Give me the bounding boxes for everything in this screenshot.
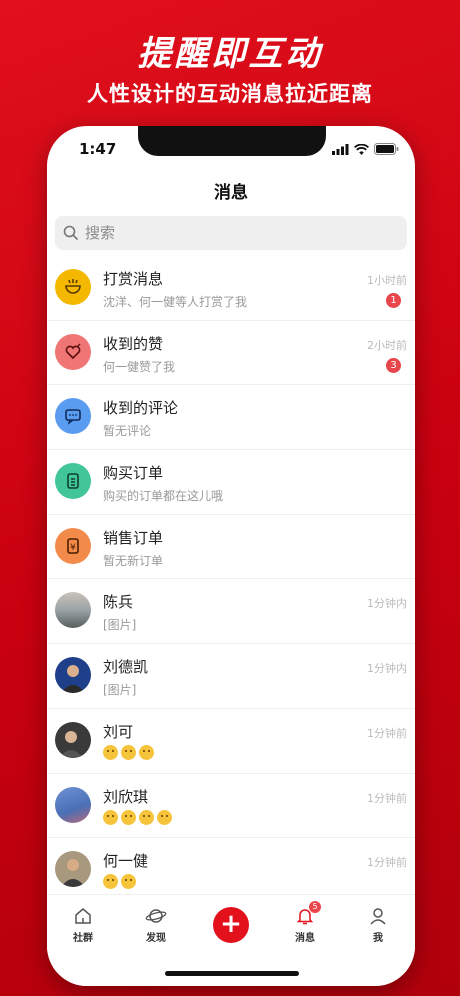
tab-label: 社群 [73, 933, 93, 944]
battery-icon [374, 143, 399, 155]
emoji-icon [121, 744, 136, 760]
emoji-icon [139, 809, 154, 825]
tab-badge: 5 [309, 901, 321, 913]
unread-badge: 1 [386, 293, 401, 308]
tab-community[interactable]: 社群 [53, 905, 113, 944]
list-item[interactable]: 刘欣琪 1分钟前 [47, 774, 415, 839]
list-item[interactable]: 刘德凯 [图片] 1分钟内 [47, 644, 415, 709]
item-preview: 购买的订单都在这儿哦 [103, 489, 224, 504]
tab-discover[interactable]: 发现 [126, 905, 186, 944]
emoji-icon [103, 809, 118, 825]
list-item[interactable]: 陈兵 [图片] 1分钟内 [47, 579, 415, 645]
item-time: 1小时前 [367, 274, 407, 287]
item-time: 1分钟前 [367, 726, 407, 740]
promo-title: 提醒即互动 [137, 34, 323, 74]
wifi-icon [354, 143, 369, 155]
user-icon [370, 908, 386, 925]
item-title: 陈兵 [103, 593, 134, 612]
item-time: 1分钟内 [367, 597, 407, 611]
list-item[interactable]: 收到的评论 暂无评论 [47, 385, 415, 451]
status-bar: 1:47 [47, 138, 415, 160]
tab-label: 发现 [146, 933, 166, 944]
message-list: 打赏消息 沈洋、何一健等人打赏了我 1小时前 1 收到的赞 何一健赞了我 2小时… [47, 256, 415, 903]
avatar-landscape [55, 592, 91, 629]
signal-icon [332, 143, 349, 155]
item-title: 刘可 [103, 722, 134, 741]
emoji-icon [103, 874, 118, 890]
plus-icon[interactable]: + [213, 907, 249, 943]
emoji-icon [103, 744, 118, 760]
promo-subtitle: 人性设计的互动消息拉近距离 [87, 82, 373, 106]
emoji-preview [103, 744, 154, 760]
avatar-portrait [55, 657, 91, 694]
status-icons [332, 143, 399, 155]
page-title: 消息 [214, 183, 248, 203]
tab-messages[interactable]: 5 消息 [275, 901, 335, 944]
tab-label: 消息 [295, 933, 315, 944]
emoji-preview [103, 809, 172, 825]
emoji-icon [139, 744, 154, 760]
list-item[interactable]: 收到的赞 何一健赞了我 2小时前 3 [47, 321, 415, 386]
tab-bar: 社群 发现 + 5 消息 我 [47, 894, 415, 986]
search-input[interactable] [85, 224, 365, 242]
avatar-portrait [55, 851, 91, 888]
list-item[interactable]: 打赏消息 沈洋、何一健等人打赏了我 1小时前 1 [47, 256, 415, 321]
tab-label: 我 [373, 933, 383, 944]
svg-text:¥: ¥ [70, 543, 76, 553]
list-item[interactable]: 购买订单 购买的订单都在这儿哦 [47, 450, 415, 515]
item-title: 刘德凯 [103, 658, 149, 677]
emoji-icon [157, 809, 172, 825]
reward-icon [55, 269, 91, 305]
planet-icon [145, 909, 167, 923]
item-title: 收到的评论 [103, 399, 179, 418]
heart-icon [55, 333, 91, 370]
home-icon [75, 908, 91, 924]
yen-receipt-icon: ¥ [55, 527, 91, 564]
item-time: 1分钟前 [367, 856, 407, 870]
item-title: 收到的赞 [103, 334, 164, 353]
item-title: 打赏消息 [103, 270, 164, 288]
search-bar[interactable] [55, 216, 407, 250]
emoji-icon [121, 874, 136, 890]
item-preview: 何一健赞了我 [103, 359, 176, 374]
avatar-portrait [55, 786, 91, 823]
item-title: 销售订单 [103, 528, 164, 547]
emoji-preview [103, 874, 136, 890]
phone-frame: 1:47 消息 搜索 打赏消息 沈洋、何一健等人打赏了我 1小时前 1 收到的赞… [47, 126, 415, 986]
comment-icon [55, 398, 91, 435]
avatar-portrait [55, 721, 91, 758]
home-indicator [165, 971, 299, 976]
item-preview: 暂无新订单 [103, 553, 164, 568]
tab-me[interactable]: 我 [348, 905, 408, 944]
item-title: 购买订单 [103, 464, 164, 483]
item-preview: [图片] [103, 618, 137, 633]
unread-badge: 3 [386, 357, 401, 373]
item-time: 1分钟前 [367, 791, 407, 805]
item-title: 刘欣琪 [103, 787, 149, 806]
item-title: 何一健 [103, 852, 149, 871]
emoji-icon [121, 809, 136, 825]
clipboard-icon [55, 463, 91, 500]
status-time: 1:47 [79, 140, 117, 158]
item-preview: [图片] [103, 683, 137, 698]
list-item[interactable]: 刘可 1分钟前 [47, 709, 415, 774]
item-preview: 暂无评论 [103, 424, 152, 439]
search-icon [63, 225, 79, 241]
item-time: 2小时前 [367, 338, 407, 352]
item-preview: 沈洋、何一健等人打赏了我 [103, 295, 248, 309]
item-time: 1分钟内 [367, 662, 407, 676]
list-item[interactable]: ¥ 销售订单 暂无新订单 [47, 515, 415, 580]
